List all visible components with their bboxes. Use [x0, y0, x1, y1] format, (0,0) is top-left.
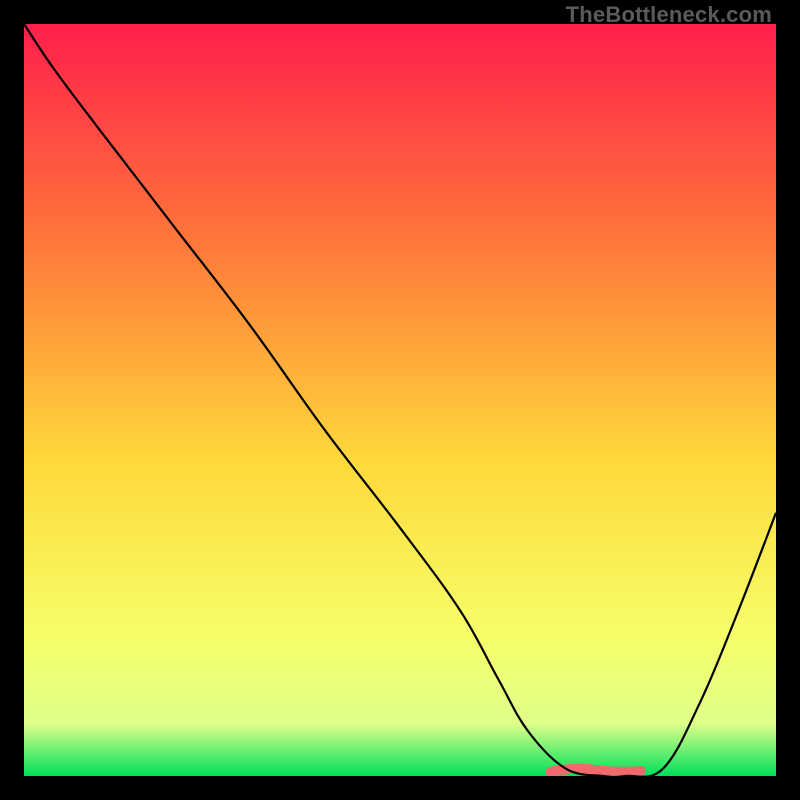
optimal-band-highlight	[550, 769, 640, 772]
chart-frame	[24, 24, 776, 776]
gradient-background	[24, 24, 776, 776]
bottleneck-chart	[24, 24, 776, 776]
